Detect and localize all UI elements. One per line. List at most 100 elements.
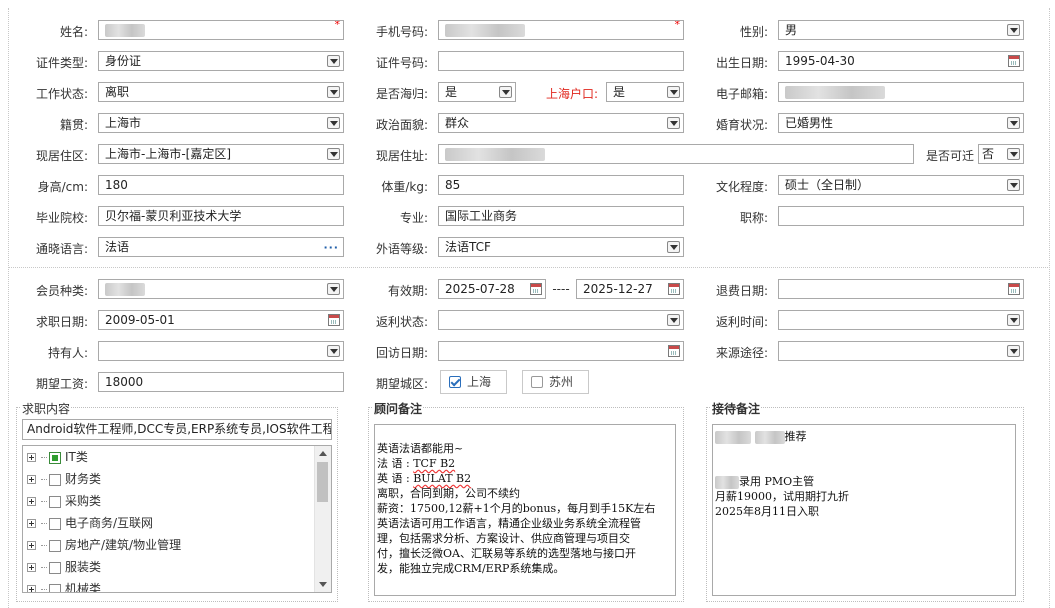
checkbox-checked-icon[interactable] bbox=[449, 376, 461, 388]
refund-date-field[interactable] bbox=[778, 279, 1024, 299]
chevron-down-icon[interactable] bbox=[499, 86, 512, 98]
chevron-down-icon[interactable] bbox=[1007, 117, 1020, 129]
major-field[interactable]: 国际工业商务 bbox=[438, 206, 684, 226]
reception-notes-textarea[interactable]: 推荐 录用 PMO主管 月薪19000，试用期打九折 2025年8月11日入职 bbox=[712, 424, 1016, 596]
checkbox-icon[interactable] bbox=[49, 495, 61, 508]
chevron-down-icon[interactable] bbox=[327, 86, 340, 98]
returnee-select[interactable]: 是 bbox=[438, 82, 516, 102]
member-type-select[interactable] bbox=[98, 279, 344, 299]
tree-item[interactable]: 服装类 bbox=[27, 557, 101, 577]
tree-item[interactable]: 财务类 bbox=[27, 469, 101, 489]
scroll-up-icon[interactable] bbox=[319, 451, 327, 456]
weight-field[interactable]: 85 bbox=[438, 175, 684, 195]
phone-field[interactable]: * bbox=[438, 20, 684, 40]
height-field[interactable]: 180 bbox=[98, 175, 344, 195]
salary-field[interactable]: 18000 bbox=[98, 372, 344, 392]
consultant-notes-textarea[interactable]: 英语法语都能用~ 法 语 : TCF B2 英 语 : BULAT B2 离职，… bbox=[374, 424, 676, 596]
id-type-select[interactable]: 身份证 bbox=[98, 51, 344, 71]
chevron-down-icon[interactable] bbox=[1007, 24, 1020, 36]
calendar-icon[interactable] bbox=[1008, 283, 1020, 295]
job-date-field[interactable]: 2009-05-01 bbox=[98, 310, 344, 330]
marital-select[interactable]: 已婚男性 bbox=[778, 113, 1024, 133]
expand-icon[interactable] bbox=[27, 453, 36, 462]
contactable-label: 是否可迁 bbox=[925, 149, 974, 163]
checkbox-icon[interactable] bbox=[49, 583, 61, 592]
holder-select[interactable] bbox=[98, 341, 344, 361]
chevron-down-icon[interactable] bbox=[1007, 345, 1020, 357]
expand-icon[interactable] bbox=[27, 475, 36, 484]
checkbox-icon[interactable] bbox=[49, 473, 61, 486]
expand-icon[interactable] bbox=[27, 519, 36, 528]
checkbox-icon[interactable] bbox=[49, 561, 61, 574]
native-select[interactable]: 上海市 bbox=[98, 113, 344, 133]
lang-level-select[interactable]: 法语TCF bbox=[438, 237, 684, 257]
rebate-status-select[interactable] bbox=[438, 310, 684, 330]
tree-item[interactable]: 机械类 bbox=[27, 579, 101, 592]
chevron-down-icon[interactable] bbox=[327, 283, 340, 295]
work-status-select[interactable]: 离职 bbox=[98, 82, 344, 102]
contactable-select[interactable]: 否 bbox=[978, 144, 1024, 164]
expand-icon[interactable] bbox=[27, 541, 36, 550]
more-icon[interactable]: ··· bbox=[323, 239, 339, 256]
job-category-tree[interactable]: IT类 财务类 采购类 电子商务/互联网 房地产/建筑/物业管理 服装类 机械类 bbox=[22, 445, 332, 593]
education-select[interactable]: 硕士（全日制） bbox=[778, 175, 1024, 195]
calendar-icon[interactable] bbox=[328, 314, 340, 326]
name-field[interactable]: * bbox=[98, 20, 344, 40]
residence-select[interactable]: 上海市-上海市-[嘉定区] bbox=[98, 144, 344, 164]
title-field[interactable] bbox=[778, 206, 1024, 226]
calendar-icon[interactable] bbox=[1008, 55, 1020, 67]
chevron-down-icon[interactable] bbox=[667, 86, 680, 98]
valid-separator: ---- bbox=[552, 282, 570, 296]
chevron-down-icon[interactable] bbox=[667, 241, 680, 253]
calendar-icon[interactable] bbox=[668, 345, 680, 357]
expand-icon[interactable] bbox=[27, 497, 36, 506]
scroll-thumb[interactable] bbox=[317, 462, 328, 502]
email-field[interactable] bbox=[778, 82, 1024, 102]
chevron-down-icon[interactable] bbox=[667, 314, 680, 326]
visit-date-field[interactable] bbox=[438, 341, 684, 361]
political-value: 群众 bbox=[445, 116, 470, 130]
id-no-field[interactable] bbox=[438, 51, 684, 71]
work-status-label: 工作状态: bbox=[35, 87, 88, 101]
tree-item[interactable]: IT类 bbox=[27, 447, 88, 467]
address-field[interactable] bbox=[438, 144, 914, 164]
tree-item[interactable]: 电子商务/互联网 bbox=[27, 513, 153, 533]
note-line: 薪资：17500,12薪+1个月的bonus，每月到手15K左右 bbox=[377, 502, 656, 515]
chevron-down-icon[interactable] bbox=[1007, 179, 1020, 191]
chevron-down-icon[interactable] bbox=[327, 55, 340, 67]
expand-icon[interactable] bbox=[27, 563, 36, 572]
job-summary-field[interactable]: Android软件工程师,DCC专员,ERP系统专员,IOS软件工程 bbox=[22, 419, 332, 440]
birth-date-field[interactable]: 1995-04-30 bbox=[778, 51, 1024, 71]
chevron-down-icon[interactable] bbox=[667, 117, 680, 129]
chevron-down-icon[interactable] bbox=[327, 345, 340, 357]
political-select[interactable]: 群众 bbox=[438, 113, 684, 133]
rebate-time-select[interactable] bbox=[778, 310, 1024, 330]
checkbox-icon[interactable] bbox=[49, 517, 61, 530]
calendar-icon[interactable] bbox=[668, 283, 680, 295]
chevron-down-icon[interactable] bbox=[327, 117, 340, 129]
expand-icon[interactable] bbox=[27, 585, 36, 592]
checkbox-icon[interactable] bbox=[49, 539, 61, 552]
gender-select[interactable]: 男 bbox=[778, 20, 1024, 40]
language-field[interactable]: 法语 ··· bbox=[98, 237, 344, 257]
sh-hukou-select[interactable]: 是 bbox=[606, 82, 684, 102]
chevron-down-icon[interactable] bbox=[1007, 148, 1020, 160]
tree-item[interactable]: 房地产/建筑/物业管理 bbox=[27, 535, 181, 555]
tree-item-label: 电子商务/互联网 bbox=[65, 516, 154, 530]
calendar-icon[interactable] bbox=[530, 283, 542, 295]
region-option-shanghai[interactable]: 上海 bbox=[440, 370, 507, 394]
tree-item[interactable]: 采购类 bbox=[27, 491, 101, 511]
region-option-suzhou[interactable]: 苏州 bbox=[522, 370, 589, 394]
region-option-label: 上海 bbox=[467, 375, 492, 389]
chevron-down-icon[interactable] bbox=[1007, 314, 1020, 326]
tree-scrollbar[interactable] bbox=[314, 446, 331, 592]
checkbox-icon[interactable] bbox=[531, 376, 543, 388]
source-select[interactable] bbox=[778, 341, 1024, 361]
valid-to-field[interactable]: 2025-12-27 bbox=[576, 279, 684, 299]
chevron-down-icon[interactable] bbox=[327, 148, 340, 160]
checkbox-partial-icon[interactable] bbox=[49, 451, 61, 464]
valid-from-field[interactable]: 2025-07-28 bbox=[438, 279, 546, 299]
scroll-down-icon[interactable] bbox=[319, 582, 327, 587]
school-field[interactable]: 贝尔福-蒙贝利亚技术大学 bbox=[98, 206, 344, 226]
name-label: 姓名: bbox=[59, 25, 88, 39]
